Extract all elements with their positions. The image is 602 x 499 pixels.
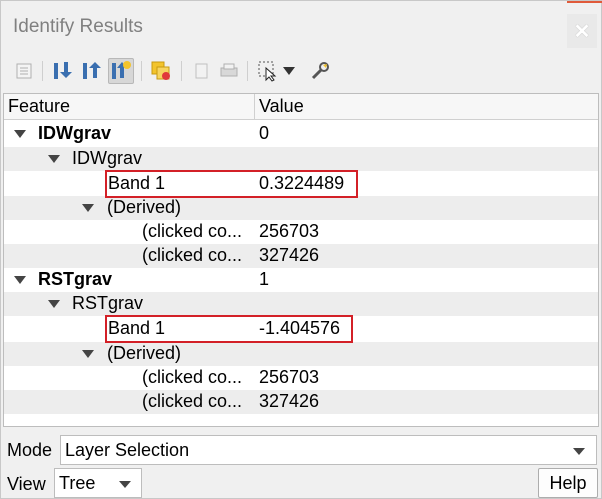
row-value: 327426 bbox=[259, 245, 320, 265]
row-label: (clicked co... bbox=[142, 367, 243, 387]
identify-select-icon[interactable] bbox=[255, 58, 281, 84]
tree-row-clicked-coordinate[interactable]: (clicked co... 256703 bbox=[4, 220, 598, 244]
expand-all-icon[interactable] bbox=[50, 58, 76, 84]
header-divider bbox=[254, 94, 255, 120]
tree-row-layer[interactable]: RSTgrav 1 bbox=[4, 268, 598, 292]
dropdown-icon[interactable] bbox=[281, 58, 297, 84]
close-button[interactable]: ✕ bbox=[567, 14, 597, 48]
tree-row-feature[interactable]: IDWgrav bbox=[4, 147, 598, 171]
row-label: (clicked co... bbox=[142, 245, 243, 265]
collapse-all-icon[interactable] bbox=[79, 58, 105, 84]
close-icon: ✕ bbox=[573, 20, 591, 43]
tree-row-derived[interactable]: (Derived) bbox=[4, 196, 598, 220]
row-value: 327426 bbox=[259, 391, 320, 411]
expand-new-results-icon[interactable] bbox=[11, 58, 37, 84]
tree-row-layer[interactable]: IDWgrav 0 bbox=[4, 122, 598, 146]
identify-results-panel: Identify Results ✕ Feature Value IDWgrav… bbox=[0, 0, 602, 499]
row-label: RSTgrav bbox=[72, 293, 144, 313]
chevron-down-icon[interactable] bbox=[14, 276, 26, 284]
print-icon[interactable] bbox=[216, 58, 242, 84]
mode-label: Mode bbox=[7, 440, 53, 460]
tree-header: Feature Value bbox=[4, 94, 598, 120]
toolbar-separator bbox=[181, 61, 182, 81]
toolbar bbox=[1, 53, 601, 91]
row-value: 1 bbox=[259, 269, 270, 289]
row-value: 256703 bbox=[259, 221, 320, 241]
settings-wrench-icon[interactable] bbox=[307, 58, 333, 84]
row-label: (Derived) bbox=[107, 197, 182, 217]
view-row: View Tree Help bbox=[1, 468, 601, 499]
tree-row-clicked-coordinate[interactable]: (clicked co... 327426 bbox=[4, 244, 598, 268]
tree-row-derived[interactable]: (Derived) bbox=[4, 342, 598, 366]
chevron-down-icon bbox=[573, 448, 585, 455]
band-1-highlight-box bbox=[105, 315, 353, 343]
row-value: 256703 bbox=[259, 367, 320, 387]
help-button[interactable]: Help bbox=[538, 468, 598, 498]
tree-row-feature[interactable]: RSTgrav bbox=[4, 292, 598, 316]
title-bar: Identify Results ✕ bbox=[1, 1, 602, 51]
toolbar-separator bbox=[42, 61, 43, 81]
highlight-icon[interactable] bbox=[148, 58, 174, 84]
tree-row-clicked-coordinate[interactable]: (clicked co... 256703 bbox=[4, 366, 598, 390]
mode-select[interactable]: Layer Selection bbox=[60, 435, 597, 465]
header-value[interactable]: Value bbox=[259, 96, 304, 117]
band-1-highlight-box bbox=[105, 170, 358, 198]
row-value: 0 bbox=[259, 123, 270, 143]
results-tree[interactable]: Feature Value IDWgrav 0 IDWgrav Band 1 0… bbox=[3, 93, 599, 427]
row-label: (Derived) bbox=[107, 343, 182, 363]
row-label: (clicked co... bbox=[142, 221, 243, 241]
copy-feature-icon[interactable] bbox=[189, 58, 215, 84]
toolbar-separator bbox=[141, 61, 142, 81]
mode-row: Mode Layer Selection bbox=[1, 433, 601, 465]
chevron-down-icon[interactable] bbox=[48, 300, 60, 308]
row-label: IDWgrav bbox=[38, 123, 112, 143]
view-label: View bbox=[7, 474, 46, 494]
expand-new-toggle-icon[interactable] bbox=[108, 58, 134, 84]
chevron-down-icon bbox=[119, 481, 131, 488]
mode-select-value: Layer Selection bbox=[65, 440, 190, 460]
chevron-down-icon[interactable] bbox=[48, 155, 60, 163]
view-select-value: Tree bbox=[59, 473, 96, 493]
toolbar-separator bbox=[247, 61, 248, 81]
header-feature[interactable]: Feature bbox=[8, 96, 70, 117]
row-label: IDWgrav bbox=[72, 148, 143, 168]
view-select[interactable]: Tree bbox=[54, 468, 142, 498]
chevron-down-icon[interactable] bbox=[14, 130, 26, 138]
chevron-down-icon[interactable] bbox=[82, 350, 94, 358]
chevron-down-icon[interactable] bbox=[82, 204, 94, 212]
title-accent-line bbox=[567, 1, 602, 3]
window-title: Identify Results bbox=[13, 16, 143, 37]
row-label: RSTgrav bbox=[38, 269, 113, 289]
tree-row-clicked-coordinate[interactable]: (clicked co... 327426 bbox=[4, 390, 598, 414]
row-label: (clicked co... bbox=[142, 391, 243, 411]
